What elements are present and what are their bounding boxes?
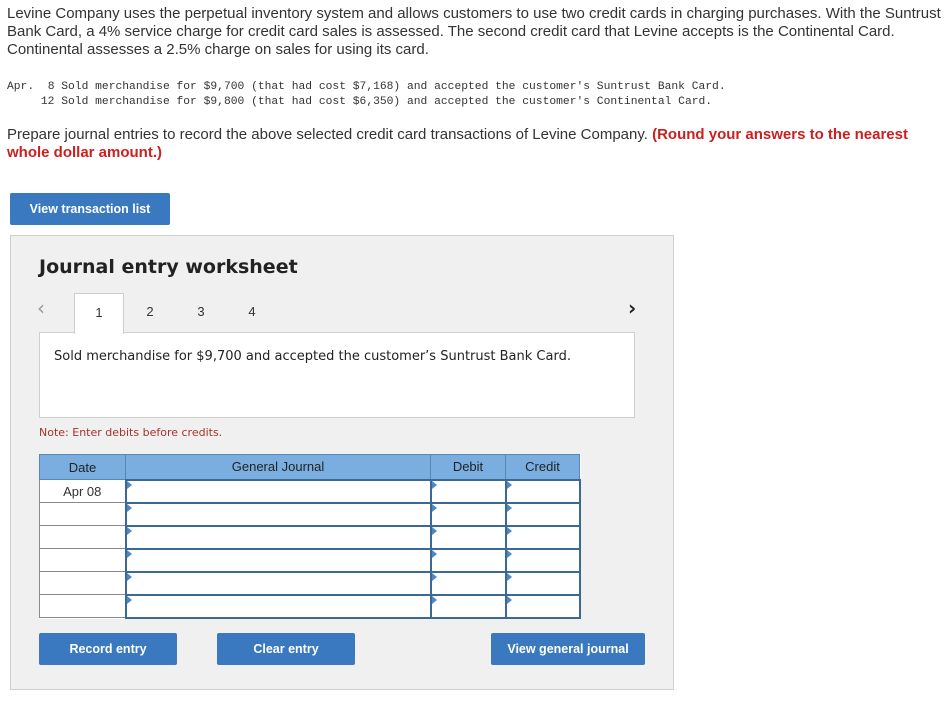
transaction-description-box: Sold merchandise for $9,700 and accepted… [39, 332, 635, 418]
debit-input[interactable] [429, 524, 507, 550]
account-input[interactable] [124, 501, 432, 527]
journal-table: Date General Journal Debit Credit Apr 08 [39, 454, 581, 619]
date-column-header: Date [39, 454, 126, 480]
date-cell [39, 571, 126, 595]
transaction-description: Sold merchandise for $9,700 and accepted… [54, 349, 571, 364]
transaction-day: 12 [40, 96, 55, 108]
account-input[interactable] [124, 547, 432, 573]
account-input[interactable] [124, 478, 432, 504]
view-general-journal-button[interactable]: View general journal [491, 633, 645, 665]
credit-input[interactable] [504, 570, 581, 596]
date-cell [39, 502, 126, 526]
transaction-day: 8 [47, 81, 55, 93]
date-cell [39, 548, 126, 572]
table-row [39, 524, 581, 550]
transaction-row: Apr. 8 Sold merchandise for $9,700 (that… [7, 80, 726, 95]
transaction-text: Sold merchandise for $9,700 (that had co… [61, 81, 726, 93]
transaction-text: Sold merchandise for $9,800 (that had co… [61, 96, 713, 108]
transaction-list: Apr. 8 Sold merchandise for $9,700 (that… [7, 80, 726, 110]
credit-input[interactable] [504, 547, 581, 573]
tab-4[interactable]: 4 [232, 293, 272, 333]
table-row [39, 570, 581, 596]
account-input[interactable] [124, 570, 432, 596]
debit-input[interactable] [429, 547, 507, 573]
tab-3[interactable]: 3 [181, 293, 221, 333]
chevron-left-icon[interactable]: ‹ [37, 296, 45, 320]
debit-column-header: Debit [430, 454, 506, 480]
clear-entry-button[interactable]: Clear entry [217, 633, 355, 665]
table-row [39, 501, 581, 527]
tab-2[interactable]: 2 [130, 293, 170, 333]
credit-column-header: Credit [505, 454, 580, 480]
debit-input[interactable] [429, 478, 507, 504]
account-input[interactable] [124, 524, 432, 550]
instructions-text: Prepare journal entries to record the ab… [7, 126, 648, 143]
worksheet-title: Journal entry worksheet [39, 256, 298, 278]
table-row: Apr 08 [39, 478, 581, 504]
debit-input[interactable] [429, 501, 507, 527]
problem-intro: Levine Company uses the perpetual invent… [7, 5, 941, 58]
transaction-month: Apr. [7, 81, 35, 93]
transaction-row: 12 Sold merchandise for $9,800 (that had… [7, 95, 726, 110]
credit-input[interactable] [504, 593, 581, 619]
instructions: Prepare journal entries to record the ab… [7, 126, 949, 162]
account-column-header: General Journal [125, 454, 431, 480]
entry-note: Note: Enter debits before credits. [39, 426, 223, 439]
debit-input[interactable] [429, 570, 507, 596]
debit-input[interactable] [429, 593, 507, 619]
view-transaction-list-button[interactable]: View transaction list [10, 193, 170, 225]
table-row [39, 547, 581, 573]
record-entry-button[interactable]: Record entry [39, 633, 177, 665]
journal-header-row: Date General Journal Debit Credit [39, 454, 580, 480]
date-cell: Apr 08 [39, 479, 126, 503]
journal-entry-worksheet: Journal entry worksheet ‹ › 1 2 3 4 Sold… [10, 235, 674, 690]
credit-input[interactable] [504, 501, 581, 527]
date-cell [39, 594, 126, 618]
tab-1[interactable]: 1 [74, 293, 124, 334]
account-input[interactable] [124, 593, 432, 619]
table-row [39, 593, 581, 619]
credit-input[interactable] [504, 478, 581, 504]
date-cell [39, 525, 126, 549]
chevron-right-icon[interactable]: › [628, 296, 636, 320]
credit-input[interactable] [504, 524, 581, 550]
